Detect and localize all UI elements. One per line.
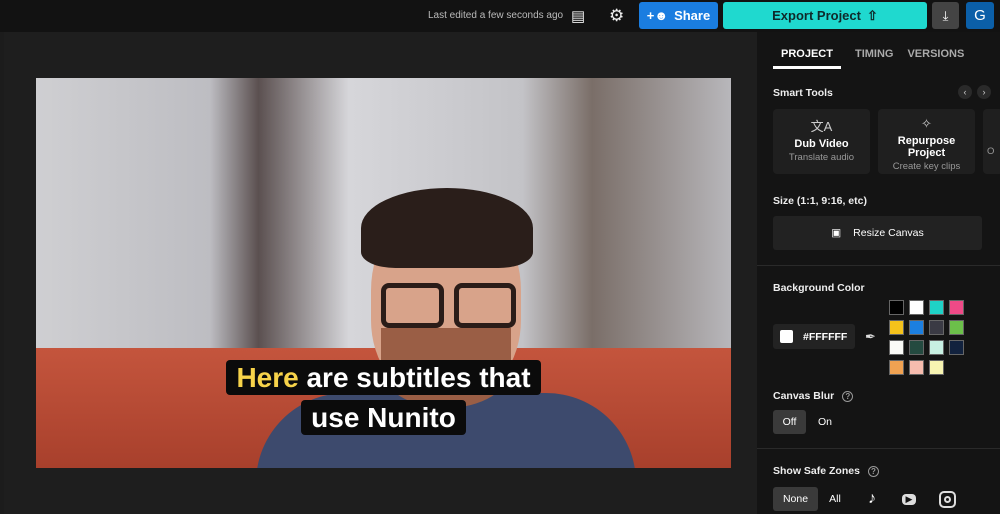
color-swatch[interactable] <box>889 300 904 315</box>
tiktok-icon[interactable]: ♪ <box>860 487 884 511</box>
color-swatch[interactable] <box>949 320 964 335</box>
tab-versions[interactable]: VERSIONS <box>907 48 964 69</box>
tool-card-partial[interactable]: O <box>983 109 1000 174</box>
color-swatch[interactable] <box>949 300 964 315</box>
subtitle-text: are subtitles that <box>298 362 531 393</box>
blur-on-button[interactable]: On <box>812 410 838 434</box>
tool-title: Repurpose Project <box>897 135 956 159</box>
tool-subtitle: Translate audio <box>788 152 855 163</box>
translate-icon: 文A <box>810 119 833 134</box>
tool-subtitle: O <box>987 146 995 157</box>
divider <box>757 265 1000 266</box>
eyedropper-icon[interactable]: ✒ <box>865 329 876 345</box>
color-swatch[interactable] <box>889 340 904 355</box>
resize-label: Resize Canvas <box>853 227 924 239</box>
gear-icon[interactable]: ⚙ <box>609 6 624 26</box>
resize-icon: ▣ <box>831 227 842 239</box>
blur-off-button[interactable]: Off <box>773 410 806 434</box>
help-icon[interactable]: ? <box>842 391 854 402</box>
canvas-blur-heading: Canvas Blur? <box>773 390 854 402</box>
export-project-button[interactable]: Export Project ⇧ <box>723 2 927 29</box>
background-color-heading: Background Color <box>773 282 865 294</box>
background-color-input[interactable]: #FFFFFF <box>773 324 855 349</box>
size-heading: Size (1:1, 9:16, etc) <box>773 195 867 207</box>
avatar[interactable]: G <box>966 2 994 29</box>
project-panel: PROJECT TIMING VERSIONS Smart Tools ‹ › … <box>757 32 1000 514</box>
chevron-right-icon[interactable]: › <box>977 85 991 99</box>
subtitle-line-2[interactable]: use Nunito <box>36 400 731 435</box>
add-user-icon: +☻ <box>646 8 669 23</box>
subtitle-text: use Nunito <box>301 400 466 435</box>
color-swatch[interactable] <box>909 300 924 315</box>
color-swatch[interactable] <box>949 340 964 355</box>
youtube-icon[interactable]: ▶ <box>897 487 921 511</box>
safe-zone-all-button[interactable]: All <box>823 487 847 511</box>
download-icon: ⤓ <box>942 7 949 23</box>
divider <box>757 448 1000 449</box>
color-preview <box>780 330 793 343</box>
video-scene-glasses <box>381 283 516 328</box>
share-label: Share <box>674 8 711 23</box>
tool-title: Dub Video <box>794 138 849 150</box>
repurpose-project-card[interactable]: ✧ Repurpose Project Create key clips <box>878 109 975 174</box>
color-swatch[interactable] <box>929 360 944 375</box>
color-swatches <box>889 300 964 375</box>
top-bar: Last edited a few seconds ago ▤ ⚙ +☻ Shar… <box>0 0 1000 32</box>
video-scene-hair <box>361 188 533 268</box>
color-swatch[interactable] <box>909 340 924 355</box>
safe-zones-heading: Show Safe Zones? <box>773 465 879 477</box>
download-button[interactable]: ⤓ <box>932 2 959 29</box>
resize-canvas-button[interactable]: ▣ Resize Canvas <box>773 216 982 250</box>
safe-zones-label: Show Safe Zones <box>773 465 860 477</box>
upload-icon: ⇧ <box>866 7 878 23</box>
color-swatch[interactable] <box>889 320 904 335</box>
subtitle-highlight: Here <box>236 362 299 393</box>
color-swatch[interactable] <box>889 360 904 375</box>
panel-tabs: PROJECT TIMING VERSIONS <box>773 48 964 69</box>
sparkle-icon: ✧ <box>921 116 932 131</box>
dub-video-card[interactable]: 文A Dub Video Translate audio <box>773 109 870 174</box>
last-edited-status: Last edited a few seconds ago <box>428 10 564 21</box>
tab-project[interactable]: PROJECT <box>773 48 841 69</box>
chevron-left-icon[interactable]: ‹ <box>958 85 972 99</box>
color-swatch[interactable] <box>929 320 944 335</box>
instagram-icon[interactable] <box>935 487 959 511</box>
color-hex-value: #FFFFFF <box>803 330 848 343</box>
share-button[interactable]: +☻ Share <box>639 2 718 29</box>
subtitle-line-1[interactable]: Here are subtitles that <box>36 360 731 395</box>
video-preview[interactable]: Here are subtitles that use Nunito <box>36 78 731 468</box>
smart-tools-heading: Smart Tools <box>773 87 833 99</box>
comments-icon[interactable]: ▤ <box>571 7 585 25</box>
safe-zone-none-button[interactable]: None <box>773 487 818 511</box>
color-swatch[interactable] <box>929 340 944 355</box>
export-label: Export Project <box>772 8 861 23</box>
color-swatch[interactable] <box>909 360 924 375</box>
help-icon[interactable]: ? <box>867 466 879 477</box>
color-swatch[interactable] <box>929 300 944 315</box>
tool-subtitle: Create key clips <box>892 161 961 172</box>
tab-timing[interactable]: TIMING <box>855 48 894 69</box>
color-swatch[interactable] <box>909 320 924 335</box>
canvas-blur-label: Canvas Blur <box>773 390 835 402</box>
